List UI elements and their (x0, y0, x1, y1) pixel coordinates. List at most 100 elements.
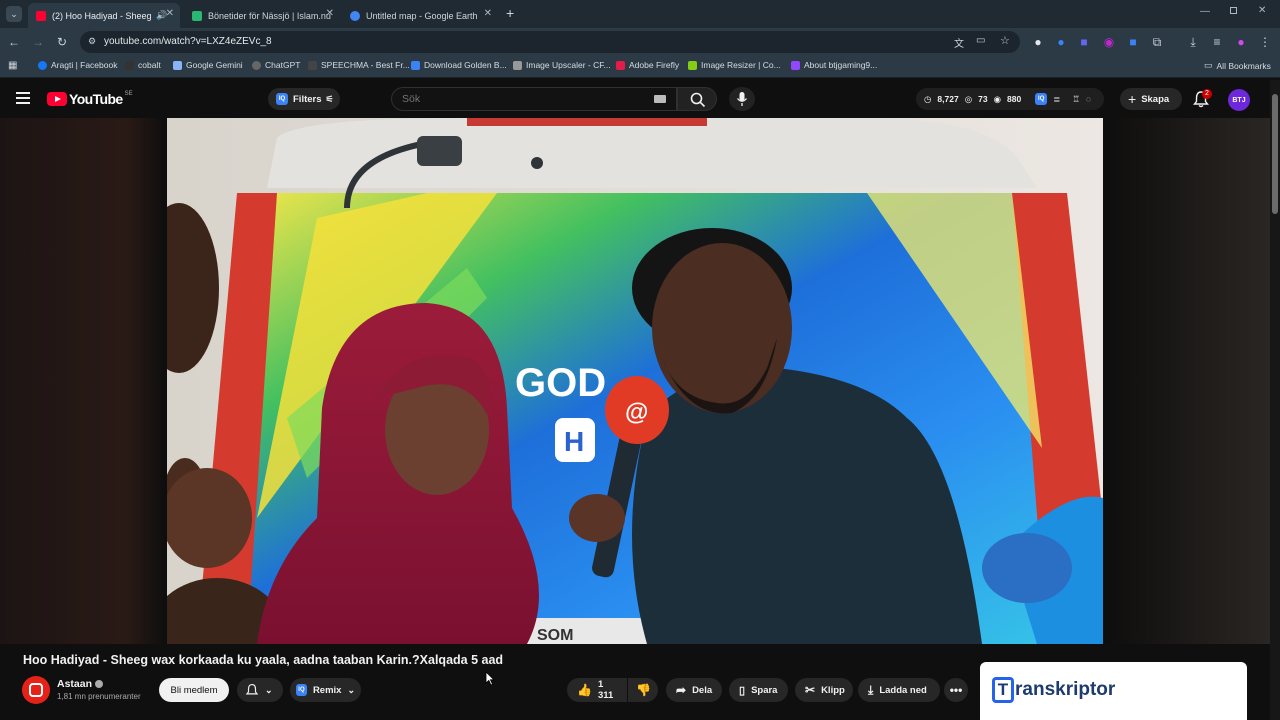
bookmark-label: Image Resizer | Co... (701, 60, 781, 70)
mic-logo-text: @ (625, 399, 648, 426)
like-button[interactable]: 👍 1 311 (567, 678, 627, 702)
bookmark-label: About btjgaming9... (804, 60, 878, 70)
extension-icon[interactable]: ● (1030, 34, 1046, 50)
browser-tab-strip: ⌄ (2) Hoo Hadiyad - Sheeg w... 🔊 ✕ Bönet… (0, 0, 1280, 28)
youtube-wordmark: YouTube (69, 91, 123, 107)
bookmark-aragti-facebook[interactable]: Aragti | Facebook (38, 60, 117, 70)
extension-stats-bar[interactable]: ◷ 8,727 ◎ 73 ◉ 880 IQ ≣ ♖ ◌ (916, 88, 1104, 110)
site-info-icon[interactable]: ⚙ (88, 36, 96, 47)
video-title: Hoo Hadiyad - Sheeg wax korkaada ku yaal… (23, 653, 504, 667)
eye-icon: ◎ (964, 93, 973, 104)
cobalt-icon (125, 60, 134, 70)
dislike-button[interactable]: 👎 (628, 678, 658, 702)
bookmark-image-resizer[interactable]: Image Resizer | Co... (688, 60, 781, 70)
channel-name[interactable]: Astaan (57, 678, 104, 690)
bookmark-label: Download Golden B... (424, 60, 507, 70)
bookmark-speechma[interactable]: SPEECHMA - Best Fr... (308, 60, 410, 70)
window-restore-button[interactable] (1230, 7, 1237, 14)
bookmark-cobalt[interactable]: cobalt (125, 60, 161, 70)
transkriptor-widget[interactable]: T ranskriptor (980, 662, 1247, 720)
share-button[interactable]: ➦ Dela (666, 678, 722, 702)
search-box[interactable] (391, 87, 677, 111)
channel-avatar[interactable] (22, 676, 50, 704)
close-icon[interactable]: ✕ (326, 8, 334, 19)
download-icon[interactable]: ⤓ (1185, 34, 1201, 50)
extension-icon[interactable]: ● (1053, 34, 1069, 50)
sliders-icon: ⚟ (325, 93, 334, 104)
save-button[interactable]: ▯ Spara (729, 678, 788, 702)
bookmark-adobe-firefly[interactable]: Adobe Firefly (616, 60, 679, 70)
bookmark-google-gemini[interactable]: Google Gemini (173, 60, 243, 70)
tab-islam-nu[interactable]: Bönetider för Nässjö | Islam.nu ✕ (184, 3, 340, 28)
extensions-puzzle-icon[interactable]: ⧉ (1149, 34, 1165, 50)
window-minimize-button[interactable]: — (1200, 6, 1210, 17)
all-bookmarks[interactable]: ▭ All Bookmarks (1204, 60, 1271, 71)
browser-menu-icon[interactable]: ⋮ (1257, 34, 1273, 50)
bookmark-label: ChatGPT (265, 60, 301, 70)
back-arrow-icon[interactable]: ← (6, 34, 22, 50)
plus-icon: + (1128, 91, 1137, 107)
video-frame[interactable]: GOD H SOM @ (167, 118, 1103, 644)
clip-button[interactable]: ✂ Klipp (795, 678, 853, 702)
chevron-down-icon: ⌄ (265, 684, 273, 695)
keyboard-icon[interactable] (654, 95, 666, 103)
extension-icon[interactable]: ■ (1076, 34, 1092, 50)
join-button[interactable]: Bli medlem (159, 678, 229, 702)
chatgpt-icon (252, 60, 261, 70)
download-button[interactable]: ⤓ Ladda ned (858, 678, 940, 702)
all-bookmarks-label: All Bookmarks (1216, 60, 1271, 71)
extension-icon[interactable]: ■ (1125, 34, 1141, 50)
license-plate-text: SOM (537, 627, 573, 644)
url-text[interactable]: youtube.com/watch?v=LXZ4eZEVc_8 (104, 36, 272, 47)
window-close-button[interactable]: ✕ (1258, 5, 1266, 16)
van-logo-letter: H (564, 426, 584, 457)
filters-button[interactable]: IQ Filters ⚟ (268, 88, 340, 110)
profile-avatar[interactable]: ● (1233, 34, 1249, 50)
remix-button[interactable]: IQ Remix ⌄ (290, 678, 361, 702)
bookmark-star-icon[interactable]: ☆ (1000, 34, 1010, 47)
comment-icon[interactable]: ◌ (1086, 94, 1091, 104)
save-label: Spara (751, 684, 778, 696)
filters-label: Filters (293, 93, 322, 105)
google-earth-favicon-icon (350, 10, 360, 21)
bookmark-image-upscaler[interactable]: Image Upscaler - CF... (513, 60, 611, 70)
new-tab-button[interactable]: + (506, 6, 514, 20)
tab-search-button[interactable]: ⌄ (6, 6, 22, 22)
search-button[interactable] (677, 87, 717, 111)
scrollbar-thumb[interactable] (1272, 94, 1278, 214)
list-icon[interactable]: ≣ (1053, 94, 1060, 105)
voice-search-button[interactable] (729, 87, 755, 111)
tab-google-earth[interactable]: Untitled map - Google Earth ✕ (342, 3, 498, 28)
bookmark-chatgpt[interactable]: ChatGPT (252, 60, 300, 70)
account-avatar[interactable]: BTJ (1228, 89, 1250, 111)
forward-arrow-icon[interactable]: → (30, 34, 46, 50)
bookmark-download-golden[interactable]: Download Golden B... (411, 60, 507, 70)
bookmark-btjgaming[interactable]: About btjgaming9... (791, 60, 877, 70)
iq-extension-icon[interactable]: IQ (1035, 93, 1048, 105)
cast-icon[interactable]: ▭ (976, 35, 985, 46)
menu-hamburger-icon[interactable] (16, 92, 30, 104)
more-actions-button[interactable]: ••• (944, 678, 968, 702)
video-still-image: GOD H SOM @ (167, 118, 1103, 644)
subscribe-notifications-button[interactable]: ⌄ (237, 678, 283, 702)
media-control-icon[interactable]: ≡ (1209, 34, 1225, 50)
extension-icon[interactable]: ◉ (1101, 34, 1117, 50)
notification-count-badge: 2 (1202, 89, 1212, 99)
reload-icon[interactable]: ↻ (54, 34, 70, 50)
address-bar[interactable]: ⚙ youtube.com/watch?v=LXZ4eZEVc_8 文 ▭ ☆ (80, 31, 1020, 53)
close-icon[interactable]: ✕ (166, 8, 174, 19)
tab-youtube[interactable]: (2) Hoo Hadiyad - Sheeg w... 🔊 ✕ (28, 3, 180, 28)
close-icon[interactable]: ✕ (484, 8, 492, 19)
apps-grid-icon[interactable]: ▦ (8, 60, 17, 71)
country-code: SE (124, 91, 133, 97)
bookmark-icon: ▯ (739, 684, 746, 697)
folder-icon: ▭ (1204, 60, 1213, 70)
trophy-icon[interactable]: ♖ (1072, 94, 1080, 105)
bookmark-label: Google Gemini (186, 60, 243, 70)
tab-title: Untitled map - Google Earth (366, 10, 478, 21)
gemini-icon (173, 60, 182, 70)
translate-icon[interactable]: 文 (954, 35, 964, 50)
search-input[interactable] (392, 88, 632, 110)
youtube-logo[interactable]: YouTube SE (47, 91, 133, 107)
create-button[interactable]: + Skapa (1120, 88, 1182, 110)
